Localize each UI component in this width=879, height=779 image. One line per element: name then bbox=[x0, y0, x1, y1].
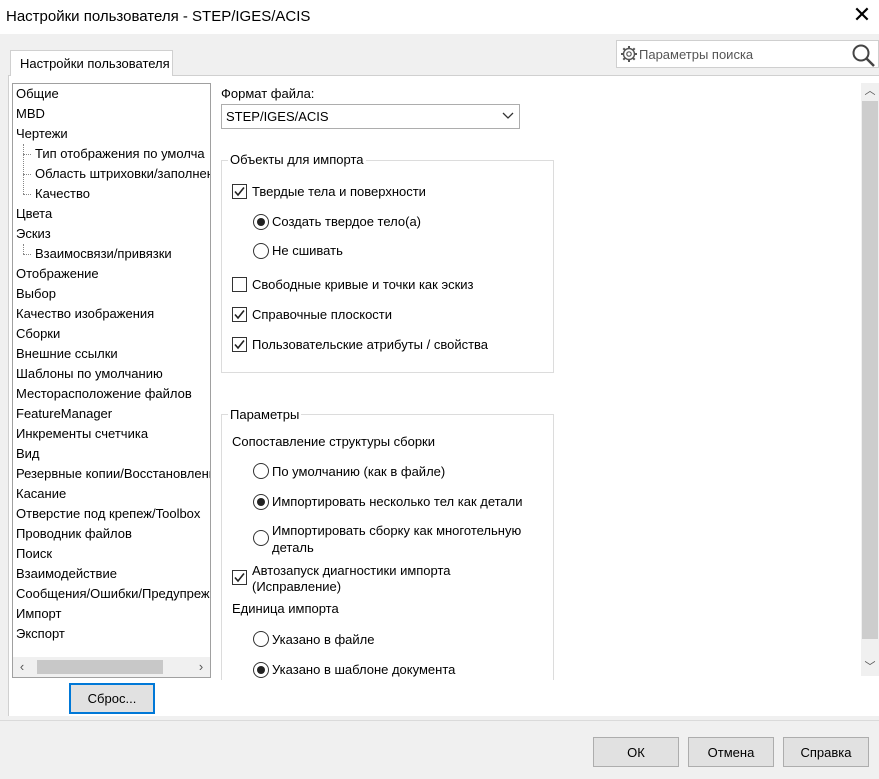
options-vertical-scrollbar[interactable]: ︿ ﹀ bbox=[861, 83, 879, 676]
autorun-diagnostics-label-line2[interactable]: (Исправление) bbox=[252, 579, 341, 595]
tree-connector bbox=[23, 194, 31, 195]
reference-planes-checkbox[interactable] bbox=[232, 307, 247, 322]
tree-item-import[interactable]: Импорт bbox=[16, 604, 61, 624]
multi-bodies-parts-radio[interactable] bbox=[253, 494, 269, 510]
tree-connector bbox=[23, 244, 24, 254]
assembly-mapping-label: Сопоставление структуры сборки bbox=[232, 434, 435, 449]
file-format-value: STEP/IGES/ACIS bbox=[226, 109, 329, 124]
gear-icon bbox=[621, 46, 637, 62]
tree-item-view[interactable]: Вид bbox=[16, 444, 40, 464]
tree-item-display[interactable]: Отображение bbox=[16, 264, 99, 284]
autorun-diagnostics-label-line1[interactable]: Автозапуск диагностики импорта bbox=[252, 563, 451, 579]
tree-connector bbox=[23, 254, 31, 255]
scroll-down-icon[interactable]: ﹀ bbox=[861, 659, 879, 676]
window-title: Настройки пользователя - STEP/IGES/ACIS bbox=[6, 8, 311, 25]
no-knit-label[interactable]: Не сшивать bbox=[272, 243, 343, 259]
create-solid-label[interactable]: Создать твердое тело(а) bbox=[272, 214, 421, 230]
tree-item-backup-recover[interactable]: Резервные копии/Восстановлени bbox=[16, 464, 210, 484]
tab-user-settings[interactable]: Настройки пользователя bbox=[10, 50, 173, 76]
file-format-select[interactable]: STEP/IGES/ACIS bbox=[221, 104, 520, 129]
import-objects-title: Объекты для импорта bbox=[228, 152, 366, 167]
tree-item-touch[interactable]: Касание bbox=[16, 484, 66, 504]
tree-item-display-style[interactable]: Тип отображения по умолча bbox=[35, 144, 205, 164]
tree-item-image-quality[interactable]: Качество изображения bbox=[16, 304, 154, 324]
solids-surfaces-label[interactable]: Твердые тела и поверхности bbox=[252, 184, 426, 200]
import-unit-label: Единица импорта bbox=[232, 601, 339, 616]
free-curves-checkbox[interactable] bbox=[232, 277, 247, 292]
tree-item-export[interactable]: Экспорт bbox=[16, 624, 65, 644]
user-attributes-label[interactable]: Пользовательские атрибуты / свойства bbox=[252, 337, 488, 353]
unit-in-file-radio[interactable] bbox=[253, 631, 269, 647]
scroll-right-icon[interactable]: › bbox=[192, 657, 210, 677]
user-attributes-checkbox[interactable] bbox=[232, 337, 247, 352]
settings-tree: Общие MBD Чертежи Тип отображения по умо… bbox=[12, 83, 211, 678]
tree-item-external-references[interactable]: Внешние ссылки bbox=[16, 344, 118, 364]
unit-in-file-label[interactable]: Указано в файле bbox=[272, 632, 374, 648]
no-knit-radio[interactable] bbox=[253, 243, 269, 259]
ok-button[interactable]: ОК bbox=[593, 737, 679, 767]
cancel-button[interactable]: Отмена bbox=[688, 737, 774, 767]
default-mapping-radio[interactable] bbox=[253, 463, 269, 479]
file-format-label: Формат файла: bbox=[221, 86, 315, 101]
chevron-down-icon bbox=[502, 112, 514, 119]
tree-item-file-explorer[interactable]: Проводник файлов bbox=[16, 524, 132, 544]
tree-item-sketch[interactable]: Эскиз bbox=[16, 224, 51, 244]
tree-item-default-templates[interactable]: Шаблоны по умолчанию bbox=[16, 364, 163, 384]
reset-button[interactable]: Сброс... bbox=[69, 683, 155, 714]
scrollbar-thumb[interactable] bbox=[37, 660, 163, 674]
help-button[interactable]: Справка bbox=[783, 737, 869, 767]
tree-connector bbox=[23, 154, 31, 155]
free-curves-label[interactable]: Свободные кривые и точки как эскиз bbox=[252, 277, 474, 293]
assembly-as-part-label-line1[interactable]: Импортировать сборку как многотельную bbox=[272, 523, 521, 539]
checkmark-icon bbox=[234, 340, 245, 350]
radio-selected-dot bbox=[257, 666, 265, 674]
tree-connector bbox=[23, 144, 24, 194]
scroll-up-icon[interactable]: ︿ bbox=[861, 83, 879, 100]
parameters-title: Параметры bbox=[228, 407, 302, 422]
unit-in-template-label[interactable]: Указано в шаблоне документа bbox=[272, 662, 455, 678]
tree-item-spin-box-increments[interactable]: Инкременты счетчика bbox=[16, 424, 148, 444]
search-icon[interactable] bbox=[850, 42, 876, 68]
unit-in-template-radio[interactable] bbox=[253, 662, 269, 678]
checkmark-icon bbox=[234, 187, 245, 197]
tree-item-relations-snaps[interactable]: Взаимосвязи/привязки bbox=[35, 244, 172, 264]
scrollbar-thumb[interactable] bbox=[862, 101, 878, 639]
checkmark-icon bbox=[234, 573, 245, 583]
autorun-diagnostics-checkbox[interactable] bbox=[232, 570, 247, 585]
search-input[interactable] bbox=[639, 45, 849, 63]
checkmark-icon bbox=[234, 310, 245, 320]
tree-item-drawing-quality[interactable]: Качество bbox=[35, 184, 90, 204]
tree-horizontal-scrollbar[interactable]: ‹ › bbox=[13, 657, 210, 677]
tree-item-colors[interactable]: Цвета bbox=[16, 204, 52, 224]
close-icon[interactable]: ✕ bbox=[851, 4, 873, 26]
scroll-left-icon[interactable]: ‹ bbox=[13, 657, 31, 677]
tree-item-selection[interactable]: Выбор bbox=[16, 284, 56, 304]
radio-selected-dot bbox=[257, 218, 265, 226]
tree-item-area-hatch[interactable]: Область штриховки/заполнени bbox=[35, 164, 210, 184]
multi-bodies-parts-label[interactable]: Импортировать несколько тел как детали bbox=[272, 494, 523, 510]
tree-item-assemblies[interactable]: Сборки bbox=[16, 324, 60, 344]
tree-item-collaboration[interactable]: Взаимодействие bbox=[16, 564, 117, 584]
tree-item-messages-errors[interactable]: Сообщения/Ошибки/Предупреж bbox=[16, 584, 210, 604]
tree-item-file-locations[interactable]: Месторасположение файлов bbox=[16, 384, 192, 404]
radio-selected-dot bbox=[257, 498, 265, 506]
tree-item-search[interactable]: Поиск bbox=[16, 544, 52, 564]
parameters-group bbox=[221, 414, 554, 680]
tree-item-mbd[interactable]: MBD bbox=[16, 104, 45, 124]
search-box[interactable] bbox=[616, 40, 879, 68]
reference-planes-label[interactable]: Справочные плоскости bbox=[252, 307, 392, 323]
tree-item-featuremanager[interactable]: FeatureManager bbox=[16, 404, 112, 424]
tree-item-hole-wizard-toolbox[interactable]: Отверстие под крепеж/Toolbox bbox=[16, 504, 200, 524]
tree-item-drawings[interactable]: Чертежи bbox=[16, 124, 68, 144]
title-bar: Настройки пользователя - STEP/IGES/ACIS … bbox=[0, 0, 879, 34]
tree-connector bbox=[23, 174, 31, 175]
default-mapping-label[interactable]: По умолчанию (как в файле) bbox=[272, 464, 445, 480]
solids-surfaces-checkbox[interactable] bbox=[232, 184, 247, 199]
assembly-as-part-label-line2[interactable]: деталь bbox=[272, 540, 314, 556]
tree-item-general[interactable]: Общие bbox=[16, 84, 59, 104]
create-solid-radio[interactable] bbox=[253, 214, 269, 230]
assembly-as-part-radio[interactable] bbox=[253, 530, 269, 546]
